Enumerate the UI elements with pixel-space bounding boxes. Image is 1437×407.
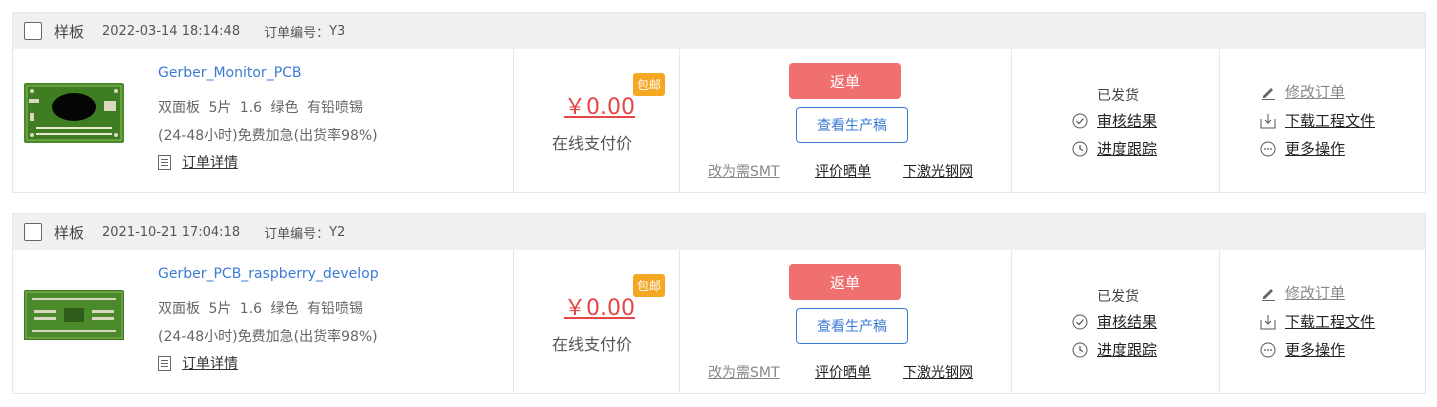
document-icon	[158, 355, 171, 371]
order-header: 样板 2022-03-14 18:14:48 订单编号： Y3	[13, 13, 1425, 49]
order-detail-link[interactable]: 订单详情	[158, 152, 238, 172]
document-icon	[158, 154, 171, 170]
shipping-info: (24-48小时)免费加急(出货率98%)	[158, 329, 378, 345]
order-body: Gerber_PCB_raspberry_develop 双面板 5片 1.6 …	[13, 250, 1425, 393]
product-column: Gerber_PCB_raspberry_develop 双面板 5片 1.6 …	[13, 250, 513, 393]
product-column: Gerber_Monitor_PCB 双面板 5片 1.6 绿色 有铅喷锡 (2…	[13, 49, 513, 192]
order-status: 已发货	[1097, 289, 1139, 305]
order-body: Gerber_Monitor_PCB 双面板 5片 1.6 绿色 有铅喷锡 (2…	[13, 49, 1425, 192]
status-column: 已发货 审核结果 进度跟踪	[1011, 49, 1219, 192]
more-actions-label: 更多操作	[1285, 140, 1346, 158]
order-stencil-link[interactable]: 下激光钢网	[903, 362, 973, 382]
payment-label: 在线支付价	[552, 134, 633, 153]
status-column: 已发货 审核结果 进度跟踪	[1011, 250, 1219, 393]
download-files-label: 下载工程文件	[1285, 313, 1376, 331]
edit-order-label: 修改订单	[1285, 284, 1346, 302]
audit-result-link[interactable]: 审核结果	[1072, 311, 1157, 332]
audit-result-label: 审核结果	[1097, 313, 1158, 331]
price[interactable]: ￥0.00	[564, 89, 635, 121]
more-actions-label: 更多操作	[1285, 341, 1346, 359]
free-shipping-badge: 包邮	[633, 274, 666, 297]
more-actions-link[interactable]: 更多操作	[1260, 339, 1345, 360]
change-to-smt-link[interactable]: 改为需SMT	[708, 161, 780, 181]
price-column: ￥0.00 包邮 在线支付价	[513, 250, 679, 393]
order-number-label: 订单编号：	[264, 226, 330, 242]
download-files-label: 下载工程文件	[1285, 112, 1376, 130]
edit-order-label: 修改订单	[1285, 83, 1346, 101]
product-specs: 双面板 5片 1.6 绿色 有铅喷锡	[158, 100, 363, 116]
product-name-link[interactable]: Gerber_PCB_raspberry_develop	[158, 266, 379, 282]
review-link[interactable]: 评价晒单	[815, 362, 871, 382]
progress-tracking-link[interactable]: 进度跟踪	[1072, 138, 1157, 159]
more-actions-link[interactable]: 更多操作	[1260, 138, 1345, 159]
reorder-button[interactable]: 返单	[789, 63, 901, 99]
order-detail-link[interactable]: 订单详情	[158, 353, 238, 373]
more-actions-column: 修改订单 下载工程文件 更多操作	[1219, 49, 1427, 192]
order-card: 样板 2021-10-21 17:04:18 订单编号： Y2 Gerber_P…	[12, 213, 1426, 394]
reorder-button[interactable]: 返单	[789, 264, 901, 300]
clock-icon	[1072, 141, 1088, 156]
order-detail-label: 订单详情	[182, 356, 238, 372]
check-circle-icon	[1072, 314, 1088, 329]
download-icon	[1260, 113, 1276, 128]
download-files-link[interactable]: 下载工程文件	[1260, 311, 1375, 332]
order-card: 样板 2022-03-14 18:14:48 订单编号： Y3 Gerber_M…	[12, 12, 1426, 193]
edit-order-link[interactable]: 修改订单	[1260, 81, 1345, 102]
audit-result-link[interactable]: 审核结果	[1072, 110, 1157, 131]
change-to-smt-link[interactable]: 改为需SMT	[708, 362, 780, 382]
ellipsis-circle-icon	[1260, 342, 1276, 357]
product-name-link[interactable]: Gerber_Monitor_PCB	[158, 65, 302, 81]
order-select-checkbox[interactable]	[24, 22, 42, 40]
order-datetime: 2022-03-14 18:14:48	[102, 23, 241, 39]
view-production-button[interactable]: 查看生产稿	[796, 308, 908, 344]
review-link[interactable]: 评价晒单	[815, 161, 871, 181]
price[interactable]: ￥0.00	[564, 290, 635, 322]
payment-label: 在线支付价	[552, 335, 633, 354]
product-specs: 双面板 5片 1.6 绿色 有铅喷锡	[158, 301, 363, 317]
progress-tracking-link[interactable]: 进度跟踪	[1072, 339, 1157, 360]
ellipsis-circle-icon	[1260, 141, 1276, 156]
more-actions-column: 修改订单 下载工程文件 更多操作	[1219, 250, 1427, 393]
check-circle-icon	[1072, 113, 1088, 128]
action-column: 返单 查看生产稿 改为需SMT 评价晒单 下激光钢网	[679, 49, 1011, 192]
price-column: ￥0.00 包邮 在线支付价	[513, 49, 679, 192]
progress-tracking-label: 进度跟踪	[1097, 140, 1158, 158]
clock-icon	[1072, 342, 1088, 357]
order-detail-label: 订单详情	[182, 155, 238, 171]
shipping-info: (24-48小时)免费加急(出货率98%)	[158, 128, 378, 144]
action-column: 返单 查看生产稿 改为需SMT 评价晒单 下激光钢网	[679, 250, 1011, 393]
download-icon	[1260, 314, 1276, 329]
progress-tracking-label: 进度跟踪	[1097, 341, 1158, 359]
pencil-icon	[1262, 288, 1275, 301]
edit-order-link[interactable]: 修改订单	[1260, 282, 1345, 303]
download-files-link[interactable]: 下载工程文件	[1260, 110, 1375, 131]
order-number-label: 订单编号：	[264, 25, 330, 41]
order-select-checkbox[interactable]	[24, 223, 42, 241]
order-number: Y3	[329, 23, 346, 39]
free-shipping-badge: 包邮	[633, 73, 666, 96]
order-header: 样板 2021-10-21 17:04:18 订单编号： Y2	[13, 214, 1425, 250]
order-stencil-link[interactable]: 下激光钢网	[903, 161, 973, 181]
order-type: 样板	[54, 22, 85, 41]
order-status: 已发货	[1097, 88, 1139, 104]
order-type: 样板	[54, 223, 85, 242]
pencil-icon	[1262, 87, 1275, 100]
view-production-button[interactable]: 查看生产稿	[796, 107, 908, 143]
order-datetime: 2021-10-21 17:04:18	[102, 224, 241, 240]
pcb-thumbnail[interactable]	[24, 83, 124, 143]
audit-result-label: 审核结果	[1097, 112, 1158, 130]
pcb-thumbnail[interactable]	[24, 290, 124, 350]
order-number: Y2	[329, 224, 346, 240]
